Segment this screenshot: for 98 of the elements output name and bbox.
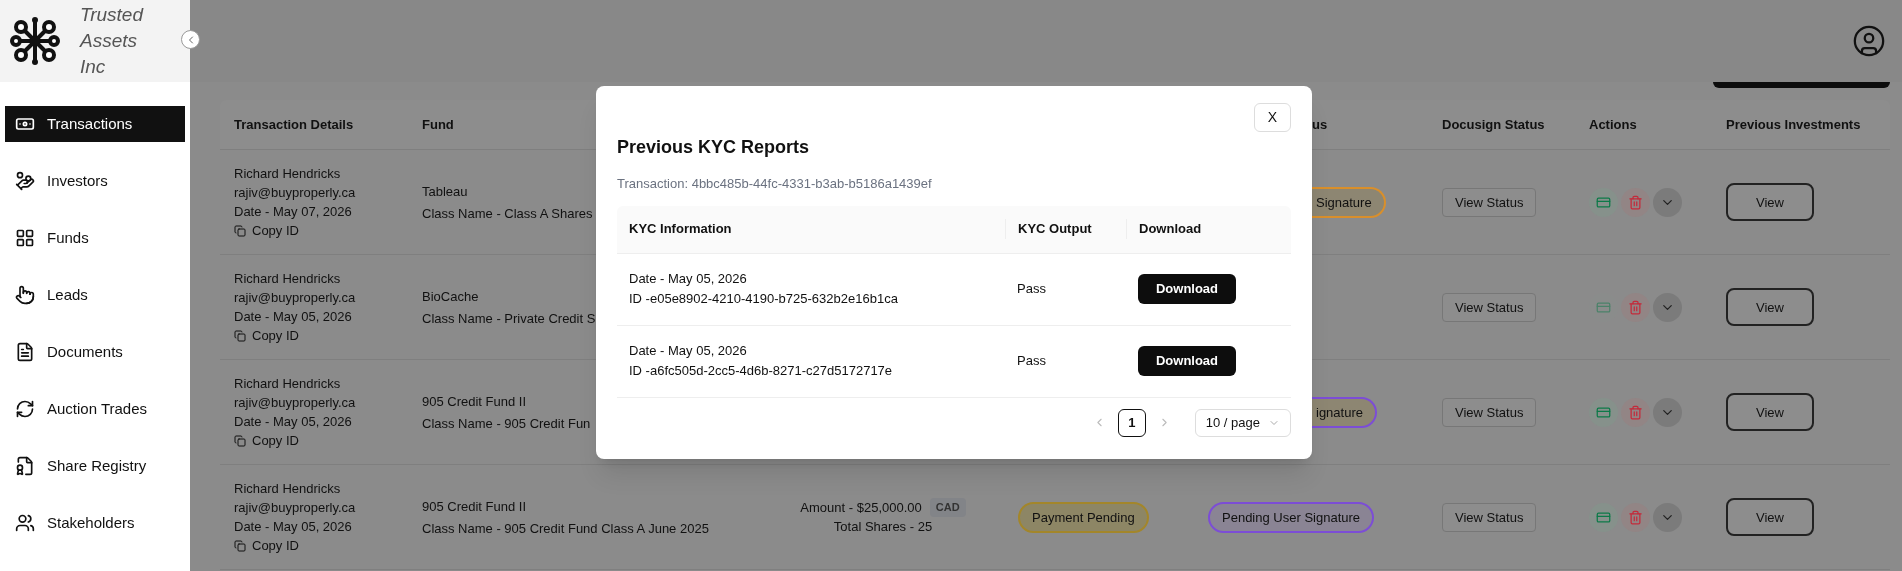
- view-button[interactable]: View: [1726, 498, 1814, 536]
- approve-button[interactable]: [1589, 397, 1618, 427]
- hand-coins-icon: [15, 171, 35, 191]
- certificate-icon: [15, 456, 35, 476]
- transaction-date: Date - May 05, 2026: [234, 413, 352, 431]
- copy-icon: [234, 539, 246, 552]
- column-header: Actions: [1589, 115, 1637, 134]
- column-header: Fund: [422, 115, 454, 134]
- approve-button[interactable]: [1589, 187, 1618, 217]
- download-button[interactable]: Download: [1138, 346, 1236, 376]
- trash-icon: [1628, 194, 1643, 210]
- nav-item[interactable]: Leads: [5, 277, 185, 313]
- expand-button[interactable]: [1653, 502, 1682, 532]
- copy-icon: [234, 329, 246, 342]
- transaction-date: Date - May 05, 2026: [234, 308, 352, 326]
- total-shares: Total Shares - 25: [833, 518, 933, 536]
- expand-button[interactable]: [1653, 292, 1682, 322]
- payment-status-badge: Payment Pending: [1018, 501, 1149, 533]
- investor-email: rajiv@buyproperly.ca: [234, 394, 356, 412]
- investor-name: Richard Hendricks: [234, 375, 341, 393]
- column-header: Download: [1126, 219, 1290, 239]
- trash-icon: [1628, 404, 1643, 420]
- investor-name: Richard Hendricks: [234, 480, 341, 498]
- trash-icon: [1628, 509, 1643, 525]
- column-header: KYC Output: [1005, 219, 1126, 239]
- class-name: Class Name - 905 Credit Fund Class A June 2025: [422, 519, 709, 538]
- copy-icon: [234, 224, 246, 237]
- page-size-select[interactable]: 10 / page: [1194, 408, 1291, 437]
- fund-name: Tableau: [422, 182, 468, 201]
- close-button[interactable]: X: [1254, 103, 1291, 132]
- fund-name: BioCache: [422, 287, 479, 306]
- copy-id-link[interactable]: Copy ID: [234, 536, 299, 555]
- trash-icon: [1628, 299, 1643, 315]
- view-status-button[interactable]: View Status: [1442, 502, 1537, 532]
- copy-icon: [234, 434, 246, 447]
- column-header: us: [1312, 115, 1328, 134]
- status-badge: Pending User Signature: [1208, 501, 1375, 533]
- class-name: Class Name - Private Credit S: [422, 309, 596, 328]
- logo-icon: [10, 16, 60, 66]
- view-button[interactable]: View: [1726, 393, 1814, 431]
- kyc-date: Date - May 05, 2026: [629, 342, 747, 360]
- people-icon: [15, 513, 35, 533]
- delete-button[interactable]: [1621, 292, 1650, 322]
- investor-name: Richard Hendricks: [234, 165, 341, 183]
- kyc-date: Date - May 05, 2026: [629, 270, 747, 288]
- view-status-button[interactable]: View Status: [1442, 187, 1537, 217]
- cycle-arrows-icon: [15, 399, 35, 419]
- delete-button[interactable]: [1621, 397, 1650, 427]
- view-status-button[interactable]: View Status: [1442, 397, 1537, 427]
- kyc-id: ID -a6fc505d-2cc5-4d6b-8271-c27d5172717e: [629, 362, 893, 380]
- copy-id-link[interactable]: Copy ID: [234, 221, 299, 240]
- column-header: Transaction Details: [234, 115, 354, 134]
- kyc-output: Pass: [1017, 352, 1046, 370]
- status-badge: ignature: [1312, 396, 1377, 428]
- expand-button[interactable]: [1653, 187, 1682, 217]
- expand-button[interactable]: [1653, 397, 1682, 427]
- kyc-output: Pass: [1017, 280, 1046, 298]
- transaction-date: Date - May 07, 2026: [234, 203, 352, 221]
- transaction-id: Transaction: 4bbc485b-44fc-4331-b3ab-b5186a1439ef: [617, 175, 932, 193]
- column-header: Docusign Status: [1442, 115, 1545, 134]
- user-avatar-icon[interactable]: [1852, 24, 1886, 58]
- nav-item[interactable]: Auction Trades: [5, 391, 185, 427]
- status-badge: Signature: [1312, 186, 1386, 218]
- copy-id-link[interactable]: Copy ID: [234, 326, 299, 345]
- nav-item[interactable]: Share Registry: [5, 448, 185, 484]
- grid-icon: [15, 228, 35, 248]
- amount-text: Amount - $25,000.00: [800, 499, 922, 517]
- document-icon: [15, 342, 35, 362]
- copy-id-link[interactable]: Copy ID: [234, 431, 299, 450]
- delete-button[interactable]: [1621, 502, 1650, 532]
- column-header: KYC Information: [628, 220, 733, 239]
- download-button[interactable]: Download: [1138, 274, 1236, 304]
- logo-text: Trusted Assets Inc: [80, 3, 145, 79]
- fund-name: 905 Credit Fund II: [422, 392, 527, 411]
- transaction-date: Date - May 05, 2026: [234, 518, 352, 536]
- approve-button[interactable]: [1589, 502, 1618, 532]
- class-name: Class Name - 905 Credit Fun: [422, 414, 591, 433]
- nav-item[interactable]: Transactions: [5, 106, 185, 142]
- investor-email: rajiv@buyproperly.ca: [234, 184, 356, 202]
- currency-tag: CAD: [929, 498, 966, 517]
- investor-name: Richard Hendricks: [234, 270, 341, 288]
- pointing-hand-icon: [15, 285, 35, 305]
- nav-item[interactable]: Stakeholders: [5, 505, 185, 541]
- kyc-id: ID -e05e8902-4210-4190-b725-632b2e16b1ca: [629, 290, 898, 308]
- nav-item[interactable]: Funds: [5, 220, 185, 256]
- modal-title: Previous KYC Reports: [617, 136, 811, 159]
- class-name: Class Name - Class A Shares: [422, 204, 593, 223]
- view-button[interactable]: View: [1726, 183, 1814, 221]
- column-header: Previous Investments: [1726, 115, 1861, 134]
- view-status-button[interactable]: View Status: [1442, 292, 1537, 322]
- view-button[interactable]: View: [1726, 288, 1814, 326]
- delete-button[interactable]: [1621, 187, 1650, 217]
- nav-item[interactable]: Investors: [5, 163, 185, 199]
- page-button[interactable]: 1: [1117, 408, 1146, 437]
- nav-item[interactable]: Documents: [5, 334, 185, 370]
- investor-email: rajiv@buyproperly.ca: [234, 499, 356, 517]
- investor-email: rajiv@buyproperly.ca: [234, 289, 356, 307]
- fund-name: 905 Credit Fund II: [422, 497, 527, 516]
